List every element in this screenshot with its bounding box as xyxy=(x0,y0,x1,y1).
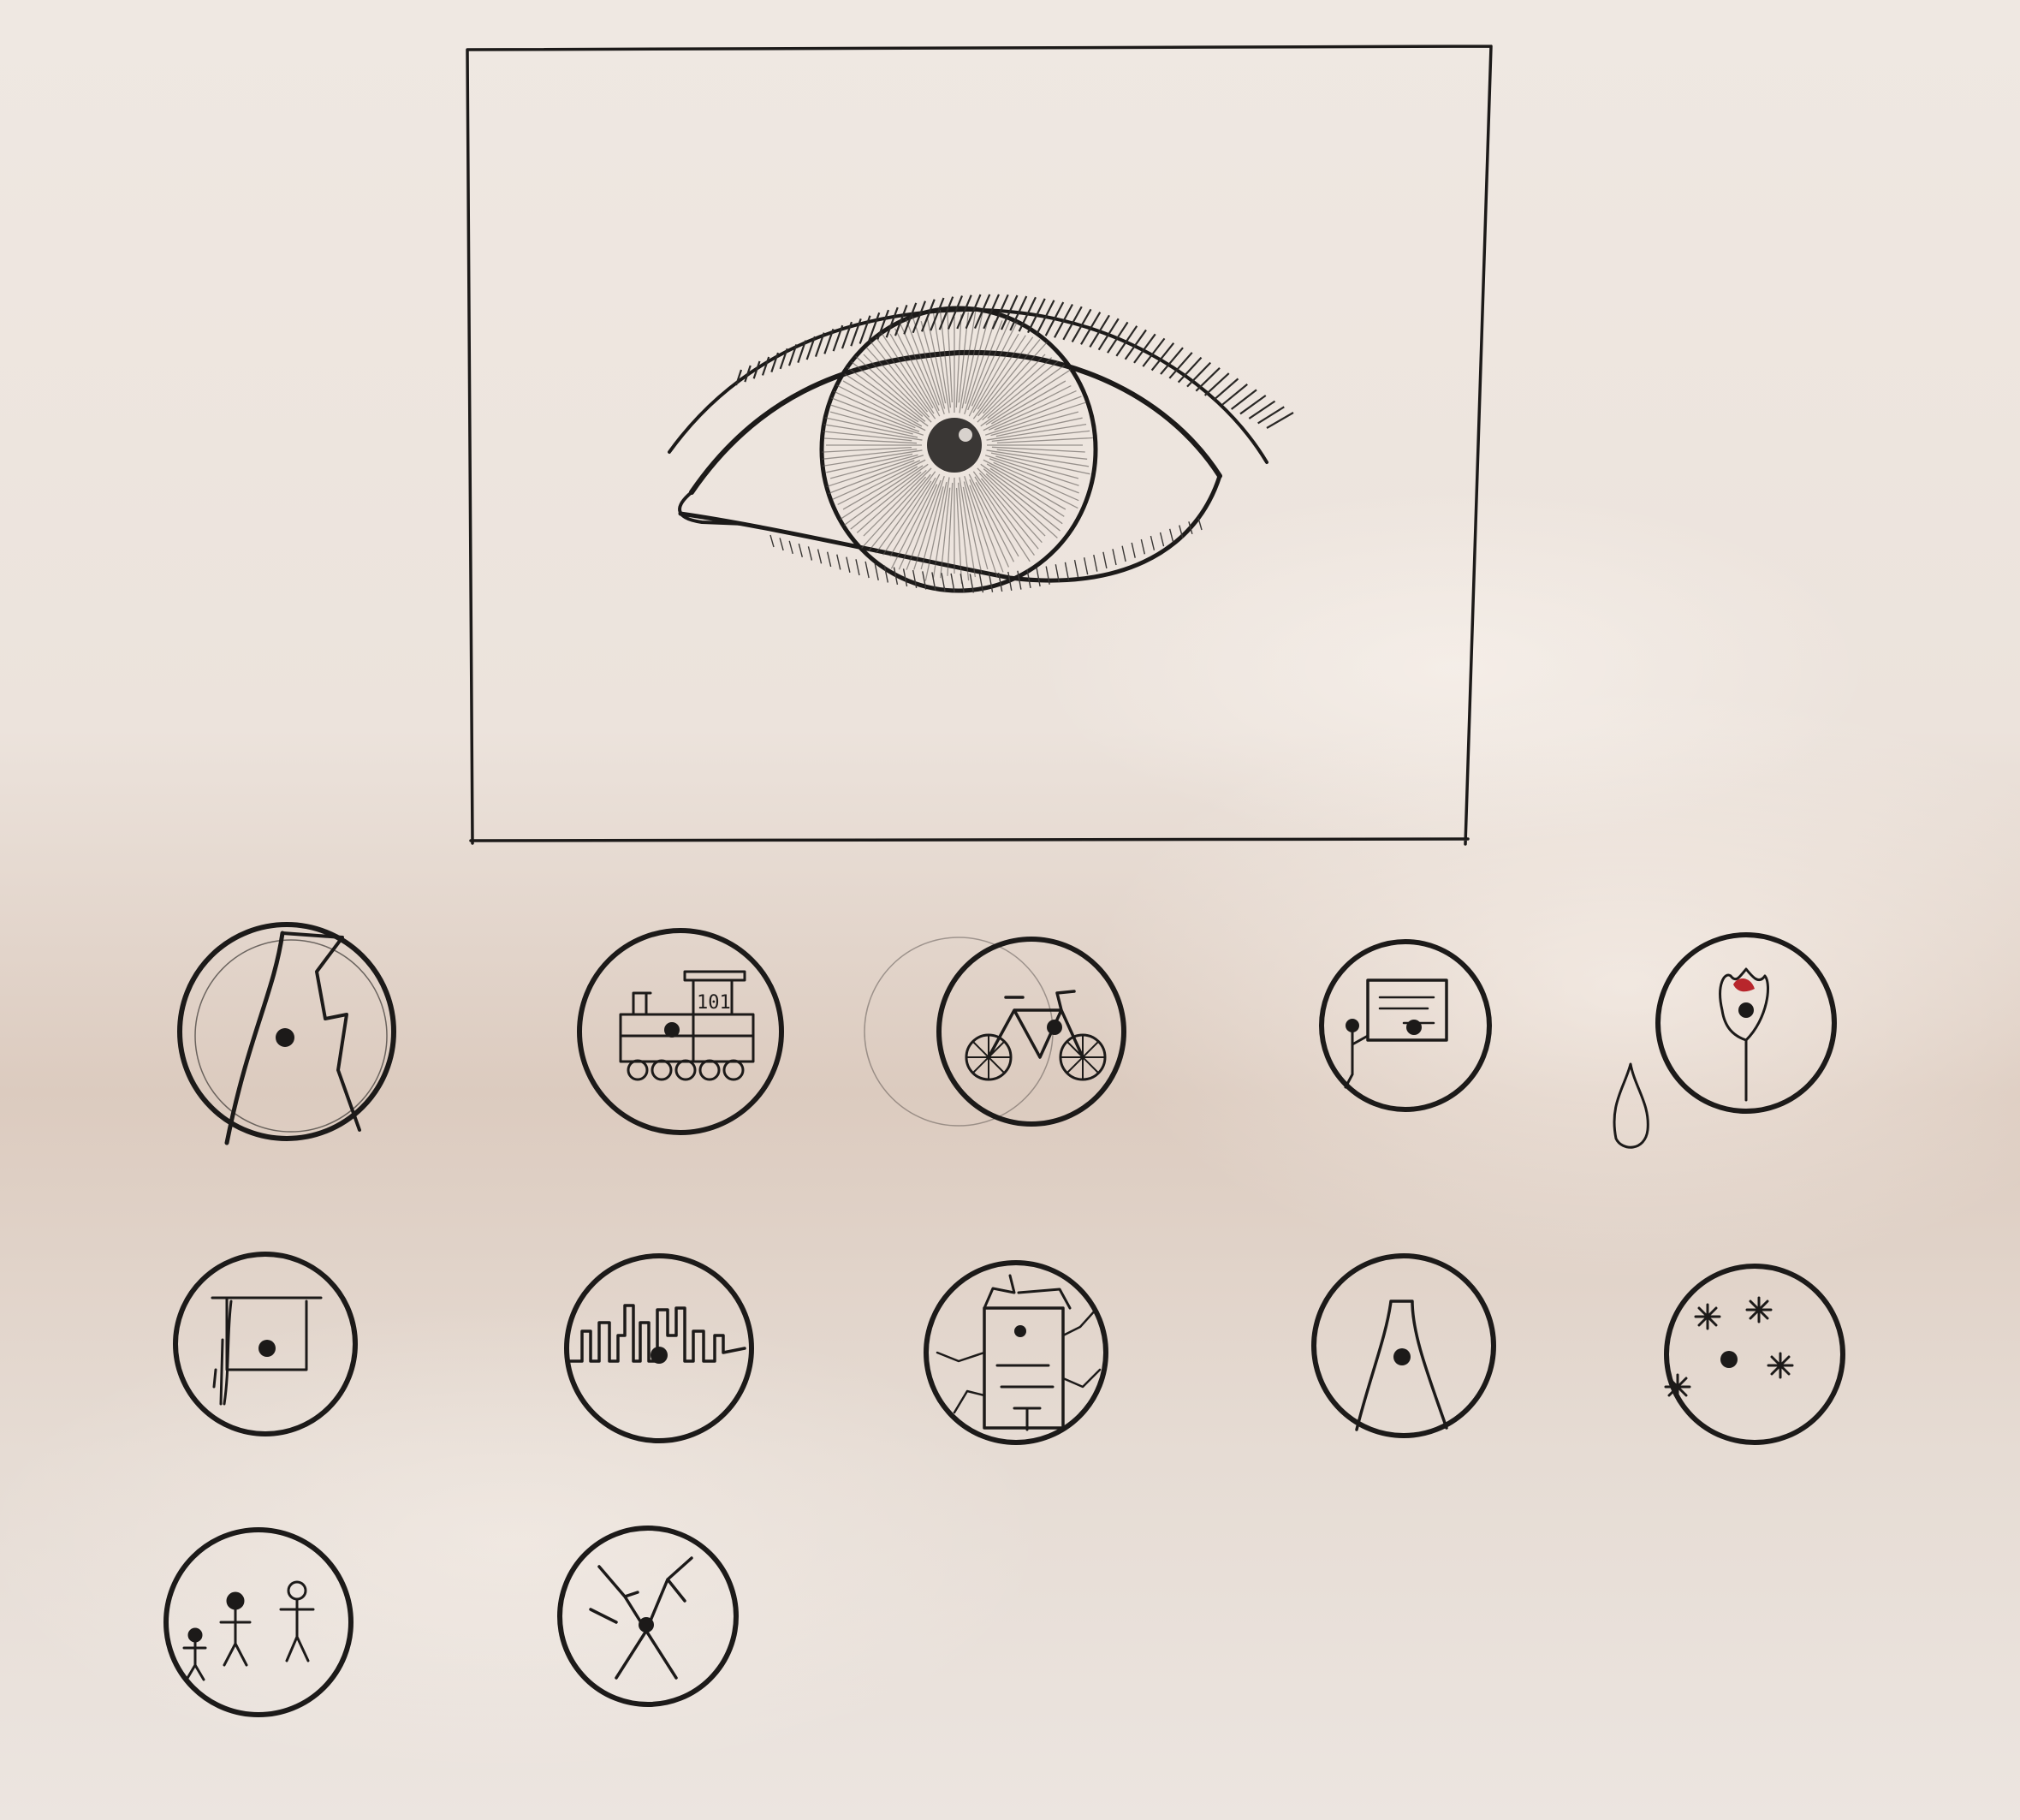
symbol-cracked-eye xyxy=(177,922,396,1145)
symbol-family-stick-figures xyxy=(163,1527,354,1717)
symbol-shattered-eye xyxy=(557,1526,739,1707)
eye-drawing xyxy=(668,294,1294,593)
symbol-road-perspective xyxy=(1311,1253,1496,1438)
symbol-snowflake-pastel xyxy=(1664,1264,1845,1445)
symbol-bicycle xyxy=(864,937,1126,1127)
symbol-curtain-window xyxy=(173,1252,358,1436)
symbol-person-at-board xyxy=(1319,939,1492,1112)
pupil-dot xyxy=(276,1028,294,1047)
svg-text:101: 101 xyxy=(697,992,731,1014)
sketch-drawing: 101 xyxy=(163,45,1845,1717)
symbol-toy-train: 101 xyxy=(577,928,784,1135)
symbol-cracked-building xyxy=(924,1260,1108,1445)
symbol-rose-teardrop xyxy=(1613,932,1837,1149)
symbol-city-skyline xyxy=(564,1253,754,1443)
